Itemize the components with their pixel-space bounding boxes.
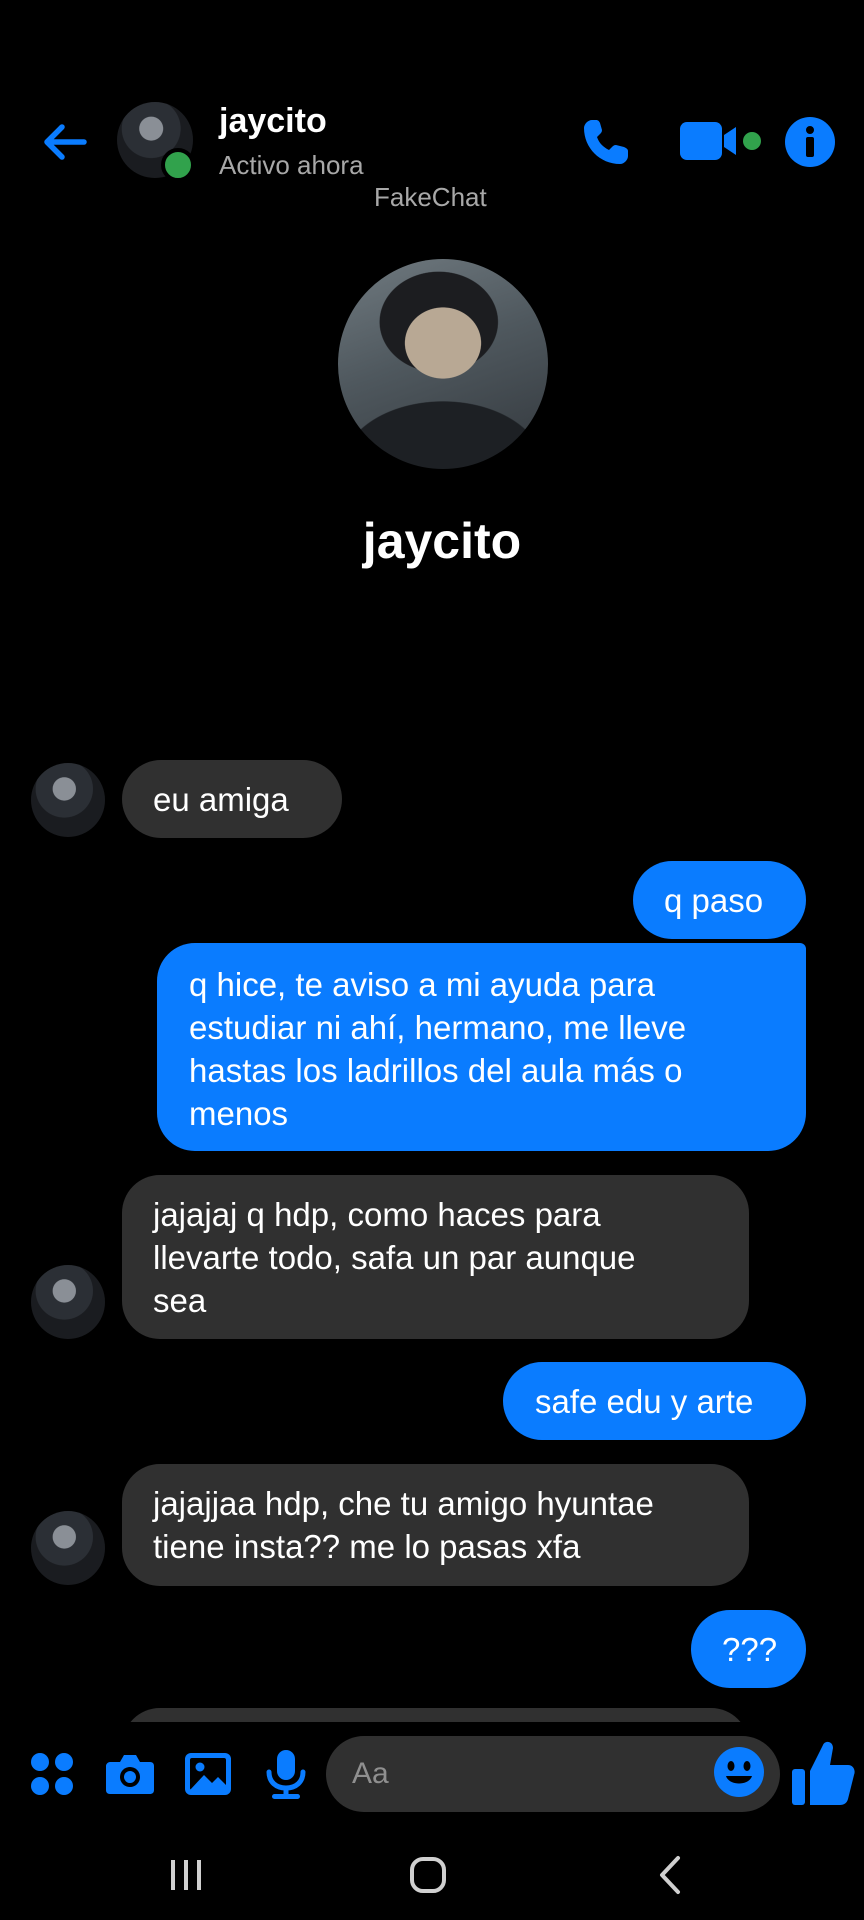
message-outgoing[interactable]: q hice, te aviso a mi ayuda para estudia… xyxy=(157,943,806,1151)
sender-avatar[interactable] xyxy=(31,1265,105,1339)
messenger-screen: jaycito Activo ahora FakeChat jaycito eu… xyxy=(0,0,864,1920)
system-nav-bar xyxy=(0,1830,864,1920)
message-line: jajajaj q hdp, como haces para xyxy=(153,1196,601,1233)
message-incoming[interactable]: jajajaj q hdp, como haces para llevarte … xyxy=(122,1175,749,1339)
info-icon[interactable] xyxy=(782,114,838,170)
sender-avatar[interactable] xyxy=(31,1511,105,1585)
video-active-dot xyxy=(743,132,761,150)
message-incoming[interactable]: eu amiga xyxy=(122,760,342,838)
contact-name[interactable]: jaycito xyxy=(219,102,327,141)
message-incoming[interactable]: jajajjaa hdp, che tu amigo hyuntae tiene… xyxy=(122,1464,749,1586)
phone-icon[interactable] xyxy=(578,114,634,170)
video-camera-icon[interactable] xyxy=(678,118,764,164)
contact-status: Activo ahora xyxy=(219,150,364,180)
contact-avatar[interactable] xyxy=(117,102,195,182)
microphone-icon[interactable] xyxy=(258,1746,314,1802)
online-indicator xyxy=(161,148,195,182)
sender-avatar[interactable] xyxy=(31,763,105,837)
home-icon[interactable] xyxy=(398,1850,458,1900)
smiley-icon[interactable] xyxy=(712,1745,766,1799)
watermark-text: FakeChat xyxy=(374,182,487,212)
profile-name: jaycito xyxy=(362,513,522,569)
recent-apps-icon[interactable] xyxy=(156,1850,216,1900)
message-composer: Aa xyxy=(0,1722,864,1830)
message-line: jajajjaa hdp, che tu amigo hyuntae xyxy=(153,1485,654,1522)
message-line: menos xyxy=(189,1095,289,1132)
profile-avatar[interactable] xyxy=(338,259,548,469)
back-arrow-icon[interactable] xyxy=(36,112,96,172)
message-line: q hice, te aviso a mi ayuda para xyxy=(189,966,655,1003)
message-outgoing[interactable]: q paso xyxy=(633,861,806,939)
thumbs-up-icon[interactable] xyxy=(790,1737,856,1809)
message-outgoing[interactable]: ??? xyxy=(691,1610,806,1688)
message-line: hastas los ladrillos del aula más o xyxy=(189,1052,683,1089)
back-nav-icon[interactable] xyxy=(640,1850,700,1900)
image-icon[interactable] xyxy=(180,1746,236,1802)
chat-header: jaycito Activo ahora FakeChat xyxy=(0,90,864,220)
apps-grid-icon[interactable] xyxy=(24,1746,80,1802)
message-line: tiene insta?? me lo pasas xfa xyxy=(153,1528,581,1565)
message-line: estudiar ni ahí, hermano, me lleve xyxy=(189,1009,687,1046)
message-outgoing[interactable]: safe edu y arte xyxy=(503,1362,806,1440)
message-line: llevarte todo, safa un par aunque xyxy=(153,1239,636,1276)
camera-icon[interactable] xyxy=(102,1746,158,1802)
message-line: sea xyxy=(153,1282,207,1319)
